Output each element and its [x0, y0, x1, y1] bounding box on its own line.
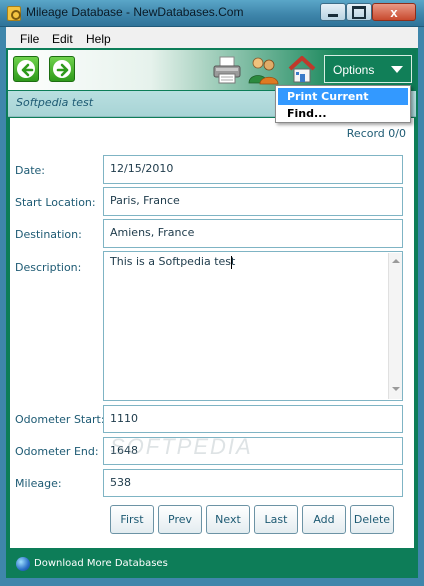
menu-item-find[interactable]: Find...	[278, 105, 408, 122]
record-name: Softpedia test	[16, 96, 94, 109]
close-button[interactable]: x	[372, 3, 416, 21]
odometer-start-field[interactable]: 1110	[103, 405, 403, 433]
start-location-field[interactable]: Paris, France	[103, 187, 403, 216]
options-label: Options	[333, 63, 375, 77]
maximize-icon	[352, 5, 366, 19]
minimize-icon	[328, 14, 338, 17]
menu-bar: File Edit Help	[0, 27, 424, 48]
start-location-label: Start Location:	[15, 196, 96, 209]
prev-button[interactable]: Prev	[158, 505, 202, 534]
scroll-up-icon[interactable]	[392, 259, 400, 263]
window-title: Mileage Database - NewDatabases.Com	[26, 5, 244, 19]
menu-help[interactable]: Help	[86, 32, 111, 46]
close-icon: x	[390, 4, 398, 20]
next-button[interactable]: Next	[206, 505, 250, 534]
arrow-right-icon	[56, 63, 69, 77]
odometer-start-label: Odometer Start:	[15, 413, 105, 426]
download-more-databases-link[interactable]: Download More Databases	[34, 558, 168, 569]
menu-item-print-current-record[interactable]: Print Current Record	[278, 88, 408, 116]
options-menu: Print Current Record Find...	[275, 85, 411, 123]
date-label: Date:	[15, 164, 45, 177]
destination-field[interactable]: Amiens, France	[103, 219, 403, 248]
record-counter: Record 0/0	[346, 127, 406, 140]
mileage-label: Mileage:	[15, 477, 62, 490]
footer: Download More Databases	[8, 550, 416, 578]
mileage-field[interactable]: 538	[103, 469, 403, 497]
description-label: Description:	[15, 261, 82, 274]
date-field[interactable]: 12/15/2010	[103, 155, 403, 184]
title-bar[interactable]: Mileage Database - NewDatabases.Com x	[0, 0, 424, 27]
description-scrollbar[interactable]	[388, 253, 402, 399]
menu-edit[interactable]: Edit	[52, 32, 73, 46]
options-dropdown-button[interactable]: Options	[324, 55, 412, 83]
minimize-button[interactable]	[320, 3, 346, 21]
description-textarea[interactable]: This is a Softpedia test	[103, 251, 403, 401]
first-button[interactable]: First	[110, 505, 154, 534]
watermark: SOFTPEDIA	[110, 434, 253, 459]
maximize-button[interactable]	[346, 3, 372, 21]
scroll-down-icon[interactable]	[392, 387, 400, 391]
add-button[interactable]: Add	[302, 505, 346, 534]
arrow-left-icon	[21, 63, 34, 77]
globe-icon	[16, 557, 30, 571]
delete-button[interactable]: Delete	[350, 505, 394, 534]
odometer-end-label: Odometer End:	[15, 445, 99, 458]
app-icon	[7, 6, 21, 21]
destination-label: Destination:	[15, 228, 82, 241]
last-button[interactable]: Last	[254, 505, 298, 534]
chevron-down-icon	[391, 66, 403, 73]
printer-icon[interactable]	[212, 56, 242, 84]
menu-file[interactable]: File	[20, 32, 39, 46]
forward-button[interactable]	[49, 56, 75, 82]
users-icon[interactable]	[247, 55, 279, 85]
back-button[interactable]	[13, 56, 39, 82]
text-caret	[231, 256, 232, 269]
home-icon[interactable]	[287, 54, 317, 84]
